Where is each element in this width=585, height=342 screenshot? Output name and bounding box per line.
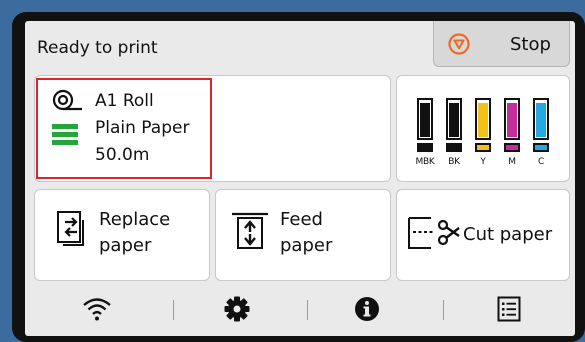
list-icon (497, 296, 521, 322)
cut-paper-icon (408, 217, 460, 249)
media-remaining: 50.0m (95, 145, 150, 165)
ink-mbk: MBK (416, 98, 435, 167)
paper-roll-icon (52, 89, 82, 111)
nav-separator (443, 300, 444, 320)
job-list-button[interactable] (487, 294, 531, 324)
ink-fill (420, 102, 430, 137)
feed-paper-label-2: paper (280, 235, 333, 256)
wifi-icon (83, 298, 111, 321)
ink-tank (475, 98, 491, 140)
gear-icon (224, 296, 250, 322)
ink-cap (417, 143, 433, 152)
ink-code-label: MBK (415, 157, 435, 167)
touch-screen: Ready to print Stop A1 Roll Plain Paper … (25, 21, 575, 336)
ink-tank (504, 98, 520, 140)
info-icon (355, 297, 379, 321)
media-type: A1 Roll (95, 91, 154, 111)
cut-paper-button[interactable]: Cut paper (396, 189, 570, 281)
ink-code-label: M (508, 157, 516, 167)
paper-level-bars (52, 124, 78, 148)
replace-paper-button[interactable]: Replace paper (34, 189, 210, 281)
ink-tank (533, 98, 549, 140)
media-paper: Plain Paper (95, 118, 190, 138)
status-text: Ready to print (37, 38, 158, 58)
stop-icon (448, 33, 470, 55)
replace-paper-label-1: Replace (99, 209, 171, 230)
replace-paper-icon (57, 211, 84, 246)
ink-cap (475, 143, 491, 152)
ink-fill (478, 102, 488, 137)
bottom-nav-bar (25, 283, 575, 336)
ink-fill (536, 102, 546, 137)
ink-cap (504, 143, 520, 152)
ink-tank (446, 98, 462, 140)
feed-paper-icon (232, 212, 268, 249)
settings-button[interactable] (215, 294, 259, 324)
ink-y: Y (475, 98, 491, 167)
ink-code-label: BK (448, 157, 460, 167)
ink-fill (449, 102, 459, 137)
stop-button[interactable]: Stop (433, 21, 570, 67)
ink-tank (417, 98, 433, 140)
replace-paper-label-2: paper (99, 235, 152, 256)
ink-code-label: C (538, 157, 544, 167)
ink-code-label: Y (480, 157, 486, 167)
ink-bk: BK (446, 98, 462, 167)
feed-paper-button[interactable]: Feed paper (215, 189, 391, 281)
stop-label: Stop (510, 34, 551, 55)
ink-m: M (504, 98, 520, 167)
ink-c: C (533, 98, 549, 167)
info-button[interactable] (345, 294, 389, 324)
ink-levels-tile[interactable]: MBK BK Y M C (396, 75, 570, 182)
nav-separator (173, 300, 174, 320)
ink-cap (446, 143, 462, 152)
cut-paper-label: Cut paper (463, 224, 553, 245)
feed-paper-label-1: Feed (280, 209, 323, 230)
wifi-button[interactable] (75, 294, 119, 324)
ink-cap (533, 143, 549, 152)
ink-fill (507, 102, 517, 137)
media-info-tile[interactable]: A1 Roll Plain Paper 50.0m (34, 75, 391, 182)
nav-separator (307, 300, 308, 320)
